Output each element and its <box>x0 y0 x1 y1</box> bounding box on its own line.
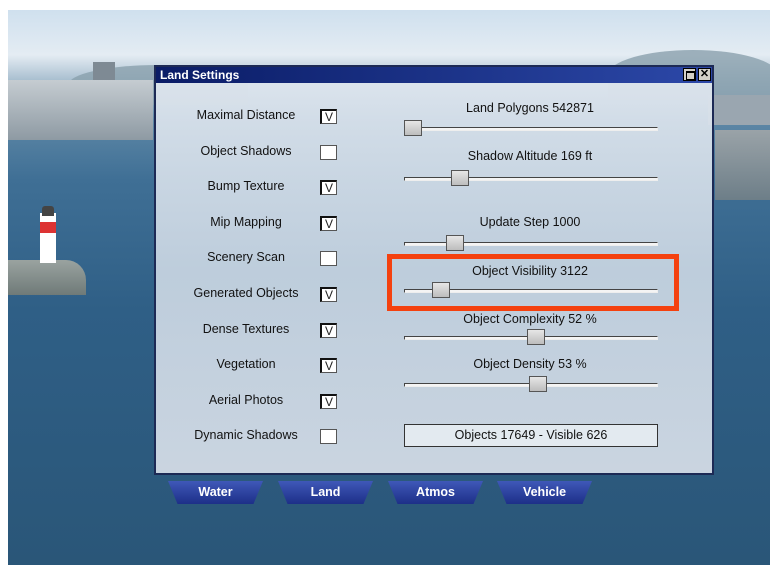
checkmark-icon: V <box>324 323 333 338</box>
close-button[interactable]: ✕ <box>698 68 711 81</box>
option-checkbox[interactable]: V <box>320 393 337 409</box>
option-checkbox[interactable]: V <box>320 215 337 231</box>
slider-label: Object Density 53 % <box>473 357 587 371</box>
maximize-icon <box>686 71 695 80</box>
option-label: Aerial Photos <box>208 392 284 407</box>
maximize-button[interactable] <box>683 68 696 81</box>
slider-label: Shadow Altitude 169 ft <box>467 149 593 163</box>
option-label: Bump Texture <box>207 179 285 194</box>
tab-land[interactable]: Land <box>278 481 373 504</box>
lighthouse-lamp <box>42 206 54 216</box>
slider-track[interactable] <box>404 127 658 131</box>
slider-thumb[interactable] <box>529 376 548 392</box>
option-label: Generated Objects <box>193 286 299 300</box>
shore <box>715 130 770 200</box>
option-checkbox[interactable]: V <box>320 109 337 124</box>
option-label: Vegetation <box>216 357 276 372</box>
option-label: Dynamic Shadows <box>194 428 298 443</box>
option-label: Dense Textures <box>202 321 290 336</box>
option-checkbox[interactable]: V <box>320 287 337 302</box>
slider-track[interactable] <box>404 177 658 181</box>
checkmark-icon: V <box>324 181 333 196</box>
slider-thumb[interactable] <box>404 120 422 136</box>
slider-label: Object Complexity 52 % <box>463 312 597 326</box>
objects-status-box: Objects 17649 - Visible 626 <box>404 424 658 447</box>
option-checkbox[interactable] <box>320 429 337 445</box>
checkmark-icon: V <box>324 216 333 231</box>
option-label: Mip Mapping <box>210 214 282 229</box>
tab-water[interactable]: Water <box>168 481 263 504</box>
slider-label: Land Polygons 542871 <box>466 101 594 115</box>
option-checkbox[interactable] <box>320 144 337 160</box>
close-icon: ✕ <box>699 68 710 80</box>
checkmark-icon: V <box>324 288 333 302</box>
checkmark-icon: V <box>324 394 333 409</box>
option-checkbox[interactable]: V <box>320 358 337 374</box>
option-label: Object Shadows <box>200 143 292 158</box>
pier <box>8 260 86 295</box>
slider-label: Update Step 1000 <box>479 215 581 229</box>
option-checkbox[interactable]: V <box>320 180 337 196</box>
highlight-box <box>387 254 679 311</box>
checkmark-icon: V <box>324 110 333 124</box>
option-checkbox[interactable] <box>320 251 337 267</box>
slider-thumb[interactable] <box>526 329 545 345</box>
tab-vehicle[interactable]: Vehicle <box>497 481 592 504</box>
option-label: Maximal Distance <box>196 108 296 122</box>
title-bar[interactable]: Land Settings ✕ <box>156 67 712 83</box>
option-label: Scenery Scan <box>207 250 285 265</box>
slider-thumb[interactable] <box>451 170 470 186</box>
slider-track[interactable] <box>404 242 658 246</box>
option-checkbox[interactable]: V <box>320 322 337 338</box>
lighthouse <box>40 213 56 263</box>
window-title: Land Settings <box>160 68 240 82</box>
city-buildings <box>708 95 770 125</box>
city-buildings <box>8 80 153 140</box>
checkmark-icon: V <box>324 359 333 374</box>
tab-atmos[interactable]: Atmos <box>388 481 483 504</box>
slider-thumb[interactable] <box>446 235 465 251</box>
